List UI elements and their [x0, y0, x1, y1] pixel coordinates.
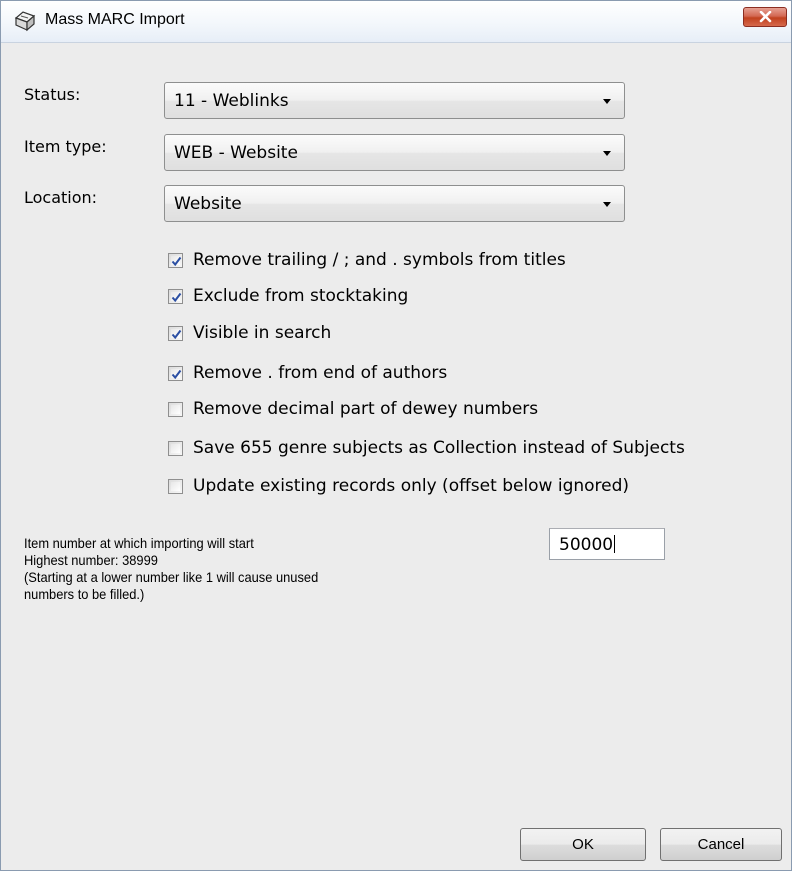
status-label: Status: — [24, 85, 81, 104]
location-label: Location: — [24, 188, 98, 207]
cancel-button[interactable]: Cancel — [660, 828, 782, 861]
description-line: Item number at which importing will star… — [24, 535, 254, 551]
checkbox[interactable] — [168, 326, 183, 341]
description-line: numbers to be filled.) — [24, 586, 145, 602]
status-dropdown[interactable]: 11 - Weblinks — [164, 82, 625, 119]
option-label: Save 655 genre subjects as Collection in… — [193, 438, 685, 458]
start-number-input[interactable]: 50000 — [549, 528, 665, 560]
checkbox[interactable] — [168, 402, 183, 417]
option-label: Visible in search — [193, 323, 332, 343]
item-type-dropdown[interactable]: WEB - Website — [164, 134, 625, 171]
window-title: Mass MARC Import — [45, 11, 185, 28]
status-value: 11 - Weblinks — [174, 91, 289, 111]
option-label: Remove decimal part of dewey numbers — [193, 399, 539, 419]
start-number-value: 50000 — [559, 535, 614, 555]
close-icon — [759, 11, 772, 23]
chevron-down-icon — [603, 202, 611, 207]
checkbox[interactable] — [168, 441, 183, 456]
item-type-value: WEB - Website — [174, 143, 298, 163]
chevron-down-icon — [603, 151, 611, 156]
check-icon — [171, 256, 182, 267]
start-number-description: Item number at which importing will star… — [24, 535, 447, 603]
highest-number-text: Highest number: 38999 — [24, 552, 158, 568]
mass-marc-import-dialog: Mass MARC Import Status: 11 - Weblinks I… — [0, 0, 792, 871]
option-label: Update existing records only (offset bel… — [193, 476, 630, 496]
description-line: (Starting at a lower number like 1 will … — [24, 569, 319, 585]
checkbox[interactable] — [168, 479, 183, 494]
checkbox[interactable] — [168, 289, 183, 304]
close-button[interactable] — [743, 7, 787, 27]
checkbox[interactable] — [168, 366, 183, 381]
option-label: Remove trailing / ; and . symbols from t… — [193, 250, 566, 270]
check-icon — [171, 292, 182, 303]
title-bar[interactable]: Mass MARC Import — [1, 1, 791, 43]
text-caret — [614, 535, 616, 553]
check-icon — [171, 329, 182, 340]
item-type-label: Item type: — [24, 137, 107, 156]
check-icon — [171, 369, 182, 380]
option-label: Exclude from stocktaking — [193, 286, 409, 306]
location-value: Website — [174, 194, 242, 214]
chevron-down-icon — [603, 99, 611, 104]
import-icon — [13, 10, 37, 32]
location-dropdown[interactable]: Website — [164, 185, 625, 222]
option-label: Remove . from end of authors — [193, 363, 448, 383]
checkbox[interactable] — [168, 253, 183, 268]
ok-button[interactable]: OK — [520, 828, 646, 861]
